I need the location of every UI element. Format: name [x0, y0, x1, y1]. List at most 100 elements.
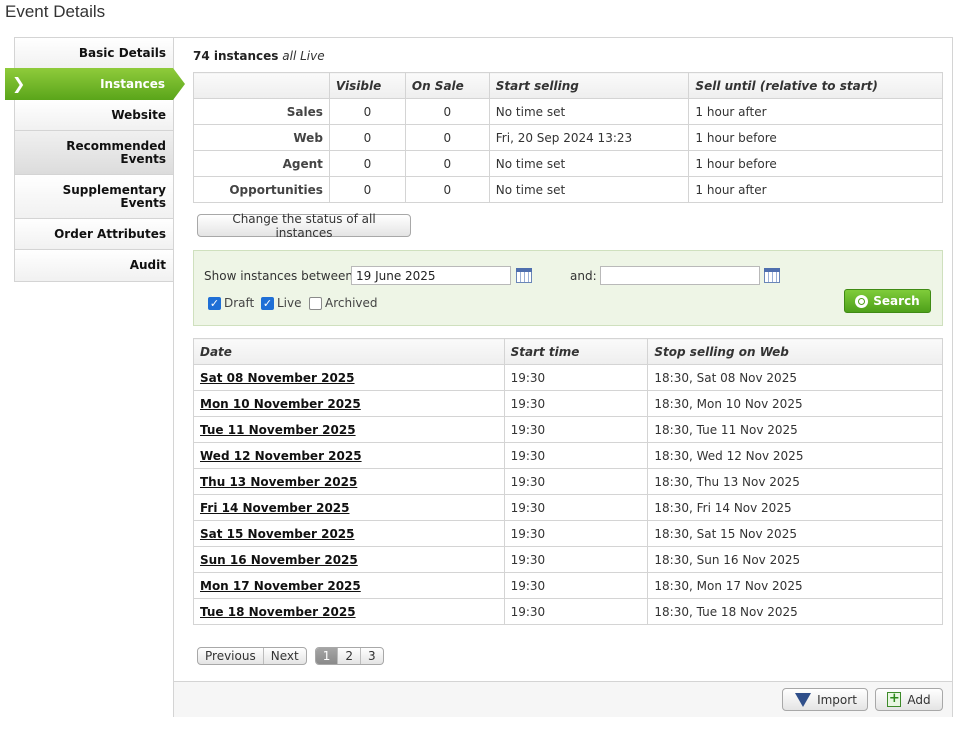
- sell-until: 1 hour before: [688, 150, 943, 177]
- instance-date-link[interactable]: Fri 14 November 2025: [200, 501, 350, 515]
- table-row: Sun 16 November 2025 19:30 18:30, Sun 16…: [193, 546, 943, 573]
- instance-date-link[interactable]: Sat 15 November 2025: [200, 527, 355, 541]
- instance-date-link[interactable]: Mon 10 November 2025: [200, 397, 361, 411]
- main-panel: 74 instances all Live Visible On Sale St…: [173, 37, 953, 717]
- draft-checkbox[interactable]: ✓ Draft: [208, 296, 254, 310]
- instance-date-link[interactable]: Tue 11 November 2025: [200, 423, 356, 437]
- start-time: 19:30: [503, 468, 649, 495]
- stop-selling: 18:30, Thu 13 Nov 2025: [647, 468, 943, 495]
- column-header: [193, 72, 330, 99]
- footer-bar: Import + Add: [174, 681, 952, 717]
- table-row: Fri 14 November 2025 19:30 18:30, Fri 14…: [193, 494, 943, 521]
- column-header: Start selling: [488, 72, 690, 99]
- row-label: Web: [193, 124, 330, 151]
- sidebar-item-label: Instances: [100, 77, 165, 91]
- live-label: Live: [277, 296, 302, 310]
- instance-date-link[interactable]: Tue 18 November 2025: [200, 605, 356, 619]
- sidebar-item-label: Audit: [129, 258, 166, 272]
- page-button-1[interactable]: 1: [315, 648, 339, 664]
- instance-date-link[interactable]: Wed 12 November 2025: [200, 449, 362, 463]
- instance-date-link[interactable]: Mon 17 November 2025: [200, 579, 361, 593]
- visible-count: 0: [328, 150, 406, 177]
- start-selling: No time set: [488, 176, 690, 203]
- sell-until: 1 hour after: [688, 98, 943, 125]
- sidebar-item-instances[interactable]: ❯ Instances: [5, 68, 185, 100]
- on-sale-count: 0: [404, 98, 490, 125]
- table-header-row: Visible On Sale Start selling Sell until…: [193, 72, 943, 99]
- sidebar-item-supplementary-events[interactable]: Supplementary Events: [15, 175, 174, 219]
- draft-label: Draft: [224, 296, 255, 310]
- page-number-group: 1 2 3: [314, 647, 384, 665]
- and-label: and:: [570, 269, 597, 283]
- to-date-input[interactable]: [600, 266, 760, 285]
- sidebar-item-label: Website: [111, 107, 166, 122]
- start-time: 19:30: [503, 572, 649, 599]
- stop-selling: 18:30, Tue 18 Nov 2025: [647, 598, 943, 625]
- stop-selling: 18:30, Fri 14 Nov 2025: [647, 494, 943, 521]
- table-row: Web 0 0 Fri, 20 Sep 2024 13:23 1 hour be…: [193, 124, 943, 151]
- start-selling: No time set: [488, 150, 690, 177]
- sidebar-item-recommended-events[interactable]: Recommended Events: [15, 131, 174, 175]
- column-header-stop-selling[interactable]: Stop selling on Web: [647, 338, 943, 365]
- visible-count: 0: [328, 124, 406, 151]
- search-label: Search: [873, 294, 920, 308]
- sidebar-item-order-attributes[interactable]: Order Attributes: [15, 219, 174, 250]
- row-label: Opportunities: [193, 176, 330, 203]
- archived-label: Archived: [325, 296, 378, 310]
- search-button[interactable]: Search: [844, 289, 931, 313]
- start-time: 19:30: [503, 390, 649, 417]
- change-status-button[interactable]: Change the status of all instances: [197, 212, 411, 240]
- sidebar-item-label: Supplementary Events: [62, 182, 166, 210]
- page-button-3[interactable]: 3: [361, 648, 383, 664]
- visible-count: 0: [328, 176, 406, 203]
- table-row: Agent 0 0 No time set 1 hour before: [193, 150, 943, 177]
- from-date-input[interactable]: [351, 266, 511, 285]
- chevron-right-icon: ❯: [12, 74, 26, 93]
- table-row: Wed 12 November 2025 19:30 18:30, Wed 12…: [193, 442, 943, 469]
- sell-until: 1 hour after: [688, 176, 943, 203]
- instance-count: 74 instances: [193, 49, 279, 63]
- page-button-2[interactable]: 2: [338, 648, 361, 664]
- sell-until: 1 hour before: [688, 124, 943, 151]
- start-time: 19:30: [503, 520, 649, 547]
- between-label: Show instances between:: [204, 269, 358, 283]
- import-button[interactable]: Import: [782, 688, 868, 711]
- start-time: 19:30: [503, 364, 649, 391]
- sidebar-item-website[interactable]: Website: [15, 100, 174, 131]
- filter-panel: Show instances between: and: ✓ Draft ✓ L…: [193, 250, 943, 326]
- live-checkbox[interactable]: ✓ Live: [261, 296, 302, 310]
- table-row: Thu 13 November 2025 19:30 18:30, Thu 13…: [193, 468, 943, 495]
- stop-selling: 18:30, Tue 11 Nov 2025: [647, 416, 943, 443]
- instance-date-link[interactable]: Sat 08 November 2025: [200, 371, 355, 385]
- instance-date-link[interactable]: Thu 13 November 2025: [200, 475, 357, 489]
- column-header: On Sale: [404, 72, 490, 99]
- pagination: Previous Next 1 2 3: [197, 647, 384, 665]
- checkmark-icon: ✓: [261, 296, 274, 310]
- table-row: Sat 15 November 2025 19:30 18:30, Sat 15…: [193, 520, 943, 547]
- start-time: 19:30: [503, 442, 649, 469]
- table-row: Mon 17 November 2025 19:30 18:30, Mon 17…: [193, 572, 943, 599]
- calendar-icon[interactable]: [516, 268, 532, 283]
- sidebar-item-label: Basic Details: [78, 45, 166, 60]
- add-label: Add: [907, 692, 931, 707]
- next-button[interactable]: Next: [264, 648, 306, 664]
- stop-selling: 18:30, Wed 12 Nov 2025: [647, 442, 943, 469]
- add-button[interactable]: + Add: [875, 688, 943, 711]
- instance-date-link[interactable]: Sun 16 November 2025: [200, 553, 358, 567]
- previous-button[interactable]: Previous: [198, 648, 264, 664]
- instances-table: Date Start time Stop selling on Web Sat …: [193, 338, 943, 625]
- column-header-start-time[interactable]: Start time: [503, 338, 649, 365]
- calendar-icon[interactable]: [764, 268, 780, 283]
- archived-checkbox[interactable]: Archived: [309, 296, 378, 310]
- start-selling: Fri, 20 Sep 2024 13:23: [488, 124, 690, 151]
- sidebar-item-audit[interactable]: Audit: [15, 250, 174, 281]
- sidebar-item-basic-details[interactable]: Basic Details: [15, 38, 174, 69]
- column-header-date[interactable]: Date: [193, 338, 505, 365]
- checkbox-empty-icon: [309, 296, 322, 310]
- instances-summary: 74 instances all Live: [193, 49, 325, 63]
- stop-selling: 18:30, Sun 16 Nov 2025: [647, 546, 943, 573]
- stop-selling: 18:30, Sat 08 Nov 2025: [647, 364, 943, 391]
- start-selling: No time set: [488, 98, 690, 125]
- table-row: Opportunities 0 0 No time set 1 hour aft…: [193, 176, 943, 203]
- visible-count: 0: [328, 98, 406, 125]
